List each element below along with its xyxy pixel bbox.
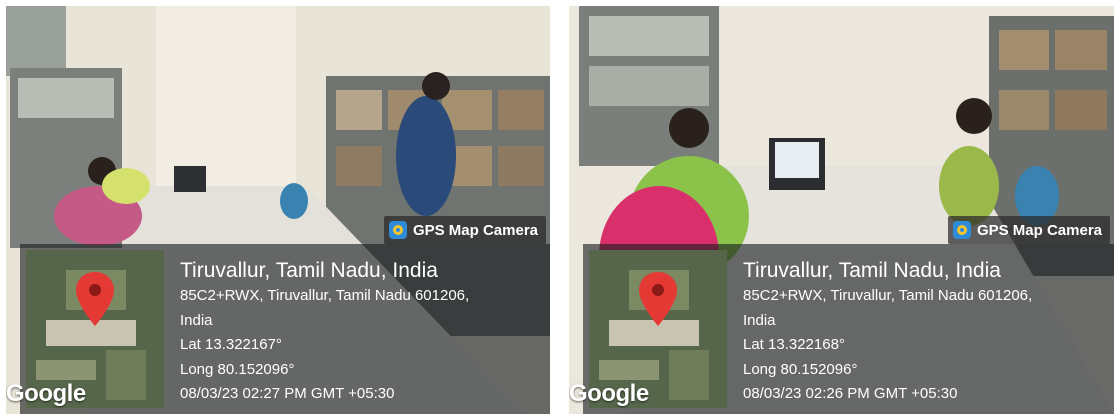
geotag-overlay: Google Tiruvallur, Tamil Nadu, India 85C… [6,244,550,414]
geotag-overlay: Google Tiruvallur, Tamil Nadu, India 85C… [569,244,1114,414]
longitude: Long 80.152096° [180,360,295,378]
address-line-2: India [180,311,213,329]
address-line-2: India [743,311,776,329]
google-logo: Google [6,380,86,407]
longitude: Long 80.152096° [743,360,858,378]
gps-map-camera-badge: GPS Map Camera [947,216,1110,244]
address-line-1: 85C2+RWX, Tiruvallur, Tamil Nadu 601206, [180,287,470,304]
place-name: Tiruvallur, Tamil Nadu, India [180,259,438,282]
latitude: Lat 13.322168° [743,336,845,353]
gps-map-camera-badge: GPS Map Camera [383,216,546,244]
address-line-1: 85C2+RWX, Tiruvallur, Tamil Nadu 601206, [743,287,1033,304]
location-info: Tiruvallur, Tamil Nadu, India 85C2+RWX, … [180,258,469,407]
latitude: Lat 13.322167° [180,336,282,353]
gps-map-camera-icon [388,221,407,239]
timestamp: 08/03/23 02:26 PM GMT +05:30 [743,385,958,402]
gps-map-camera-icon [952,221,971,239]
location-info: Tiruvallur, Tamil Nadu, India 85C2+RWX, … [743,258,1032,407]
badge-label: GPS Map Camera [412,221,538,239]
timestamp: 08/03/23 02:27 PM GMT +05:30 [180,385,395,402]
badge-label: GPS Map Camera [976,221,1102,239]
google-logo: Google [569,380,649,407]
photo-right: GPS Map Camera Google Tiruvallur, Tamil … [569,6,1114,414]
place-name: Tiruvallur, Tamil Nadu, India [743,259,1001,282]
photo-left: GPS Map Camera Google Tiruvallur, Tamil … [6,6,550,414]
